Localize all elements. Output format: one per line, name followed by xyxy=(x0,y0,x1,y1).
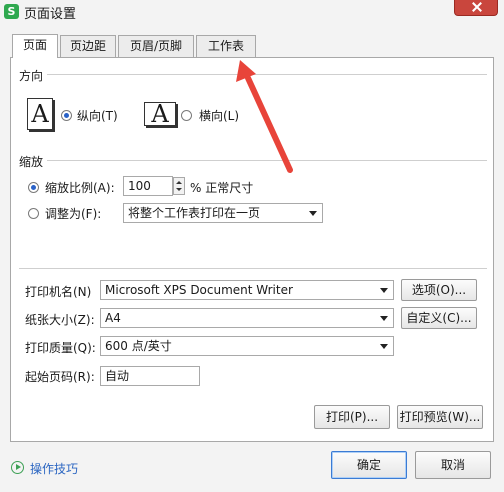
play-circle-icon[interactable] xyxy=(11,461,24,474)
portrait-paper-icon: A xyxy=(27,98,53,130)
print-quality-select[interactable]: 600 点/英寸 xyxy=(100,336,394,356)
custom-size-button[interactable]: 自定义(C)... xyxy=(401,307,477,329)
paper-size-select-value: A4 xyxy=(105,311,121,325)
ok-button[interactable]: 确定 xyxy=(331,451,407,479)
cancel-button[interactable]: 取消 xyxy=(415,451,491,479)
fit-select-value: 将整个工作表打印在一页 xyxy=(128,206,261,220)
close-button[interactable] xyxy=(454,0,498,16)
printer-divider xyxy=(19,268,487,269)
window-title: 页面设置 xyxy=(24,7,77,22)
orientation-group-label: 方向 xyxy=(19,69,44,83)
paper-size-label: 纸张大小(Z): xyxy=(25,313,95,327)
landscape-radio[interactable] xyxy=(181,110,192,121)
scale-spinner[interactable] xyxy=(173,177,185,195)
print-preview-button[interactable]: 打印预览(W)... xyxy=(397,405,483,429)
tab-page[interactable]: 页面 xyxy=(12,34,58,58)
printer-label: 打印机名(N) xyxy=(25,285,92,299)
tab-header-footer[interactable]: 页眉/页脚 xyxy=(118,35,194,57)
chevron-down-icon xyxy=(309,211,317,216)
fit-radio[interactable] xyxy=(28,208,39,219)
fit-label[interactable]: 调整为(F): xyxy=(45,205,101,222)
printer-select[interactable]: Microsoft XPS Document Writer xyxy=(100,280,394,300)
print-button[interactable]: 打印(P)... xyxy=(314,405,390,429)
chevron-down-icon xyxy=(380,344,388,349)
page-settings-panel: 方向 A 纵向(T) A 横向(L) 缩放 缩放比例(A): 100 % 正常尺… xyxy=(10,57,494,442)
tab-margins[interactable]: 页边距 xyxy=(60,35,116,57)
scale-input[interactable]: 100 xyxy=(123,176,173,196)
portrait-label[interactable]: 纵向(T) xyxy=(77,107,118,124)
fit-select[interactable]: 将整个工作表打印在一页 xyxy=(123,203,323,223)
orientation-divider xyxy=(47,74,487,75)
scaling-divider xyxy=(47,160,487,161)
chevron-down-icon xyxy=(380,316,388,321)
title-bar: S 页面设置 xyxy=(0,0,504,22)
tips-link[interactable]: 操作技巧 xyxy=(30,460,78,477)
paper-size-select[interactable]: A4 xyxy=(100,308,394,328)
chevron-down-icon xyxy=(380,288,388,293)
options-button[interactable]: 选项(O)... xyxy=(401,279,477,301)
scale-radio[interactable] xyxy=(28,182,39,193)
tab-worksheet[interactable]: 工作表 xyxy=(196,35,256,57)
start-page-input[interactable]: 自动 xyxy=(100,366,200,386)
scale-suffix: % 正常尺寸 xyxy=(190,181,254,195)
portrait-radio[interactable] xyxy=(61,110,72,121)
printer-select-value: Microsoft XPS Document Writer xyxy=(105,283,293,297)
app-icon: S xyxy=(4,4,19,19)
print-quality-label: 打印质量(Q): xyxy=(25,341,96,355)
scale-label[interactable]: 缩放比例(A): xyxy=(45,179,115,196)
landscape-label[interactable]: 横向(L) xyxy=(199,107,239,124)
print-quality-select-value: 600 点/英寸 xyxy=(105,339,172,353)
scaling-group-label: 缩放 xyxy=(19,155,44,169)
start-page-label: 起始页码(R): xyxy=(25,370,95,384)
landscape-paper-icon: A xyxy=(144,102,176,126)
